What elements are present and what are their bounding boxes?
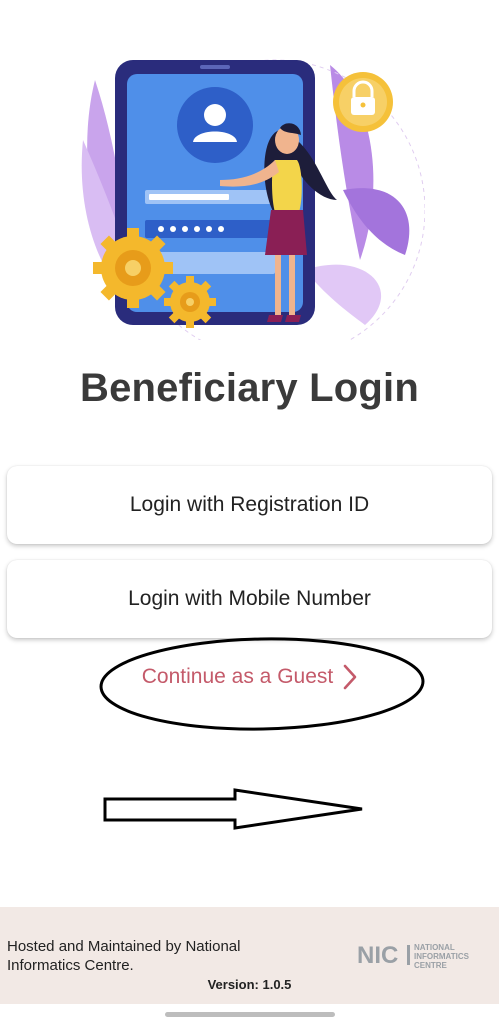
guest-link-label: Continue as a Guest [141, 665, 334, 688]
nic-logo-line-3: CENTRE [414, 961, 448, 970]
nic-logo: NIC NATIONAL INFORMATICS CENTRE [357, 940, 487, 975]
login-mobile-number-label: Login with Mobile Number [128, 587, 371, 610]
chevron-right-icon [343, 664, 357, 690]
nic-logo-mark: NIC [357, 942, 398, 969]
login-mobile-number-button[interactable]: Login with Mobile Number [7, 560, 492, 638]
nic-logo-line-2: INFORMATICS [414, 952, 470, 961]
login-illustration [75, 40, 426, 361]
login-registration-id-label: Login with Registration ID [129, 493, 370, 516]
login-registration-id-button[interactable]: Login with Registration ID [7, 466, 492, 544]
nav-gesture-bar[interactable] [165, 1012, 335, 1017]
footer: Hosted and Maintained by National Inform… [0, 907, 499, 1004]
page-title: Beneficiary Login [79, 366, 420, 410]
version-text: Version: 1.0.5 [207, 977, 292, 992]
hand-drawn-arrow [103, 788, 363, 830]
continue-as-guest-link[interactable]: Continue as a Guest [0, 660, 499, 694]
nic-logo-line-1: NATIONAL [414, 943, 455, 952]
hosted-by-text: Hosted and Maintained by National Inform… [7, 938, 241, 974]
